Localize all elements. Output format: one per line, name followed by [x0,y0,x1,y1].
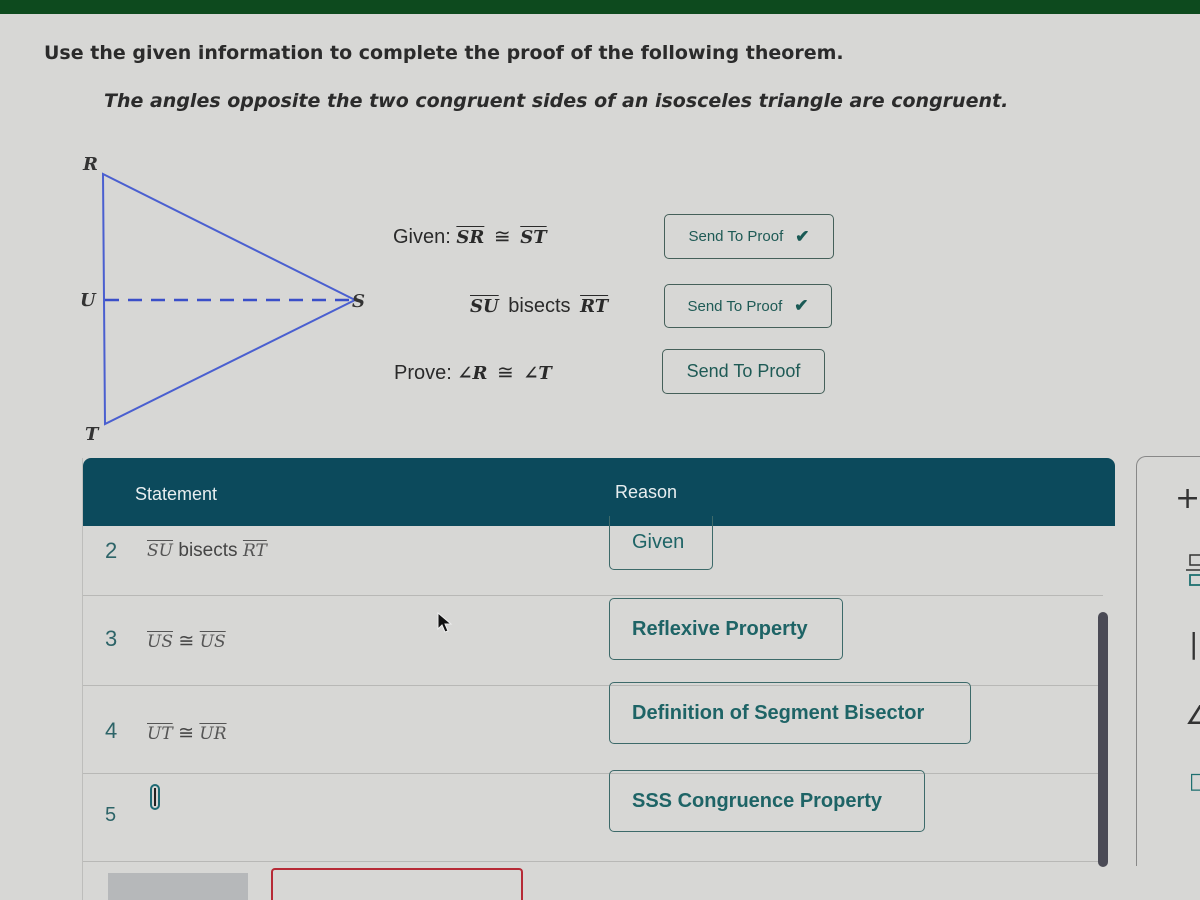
angle-t: ∠T [523,363,552,384]
send-to-proof-label: Send To Proof [686,361,801,381]
send-to-proof-button-2[interactable]: Send To Proof ✔ [664,284,832,328]
triangle-diagram: R U S T [80,154,365,445]
reason-label: Definition of Segment Bisector [632,701,925,724]
given-statement-2: SU bisects RT [470,295,608,318]
vertex-u-label: U [80,290,97,311]
send-to-proof-button-3[interactable]: Send To Proof [662,349,825,394]
theorem-statement: The angles opposite the two congruent si… [104,90,1009,112]
given-label: Given: [393,226,451,248]
instructions: Use the given information to complete th… [44,42,844,64]
prove-statement: Prove: ∠R ≅ ∠T [394,360,552,385]
segment-us: US [199,632,226,652]
statement-input-row-5[interactable] [150,784,160,810]
parallel-icon[interactable]: || [1189,627,1200,660]
segment-ut: UT [147,724,173,744]
vertex-t-label: T [85,424,100,445]
statement-header: Statement [135,484,218,504]
angle-icon[interactable]: ∠ [1185,701,1200,731]
congruent-symbol: ≅ [178,723,194,744]
send-to-proof-label: Send To Proof [687,297,783,315]
vertex-s-label: S [352,291,365,312]
segment-rt: RT [580,296,609,317]
congruent-symbol: ≅ [493,226,511,248]
reason-label: SSS Congruence Property [632,789,883,812]
math-toolbar: + || ∠ □ [1136,456,1200,866]
row-statement: UT ≅ UR [147,722,227,745]
reason-reflexive-property[interactable]: Reflexive Property [609,598,843,660]
segment-st: ST [520,227,547,248]
box-icon[interactable]: □ [1189,769,1200,794]
proof-row-4: 4 UT ≅ UR Definition of Segment Bisector [83,682,1103,774]
reason-label: Given [632,531,685,553]
congruent-symbol: ≅ [496,362,514,384]
bisects-word: bisects [508,295,571,317]
row-number: 4 [105,718,118,743]
segment-us: US [147,632,173,652]
segment-su: SU [147,541,173,561]
row-number: 3 [105,626,118,651]
send-to-proof-button-1[interactable]: Send To Proof ✔ [664,214,834,259]
segment-sr: SR [456,227,485,248]
bottom-button-partial[interactable] [108,873,248,900]
fraction-icon[interactable] [1185,553,1200,589]
proof-table-scrollbar[interactable] [1098,612,1108,867]
proof-row-2: 2 SU bisects RT Given [83,516,1103,596]
prove-label: Prove: [394,362,452,384]
bisects-word: bisects [178,540,238,561]
bottom-input-partial[interactable] [271,868,523,900]
segment-su: SU [470,296,499,317]
checkmark-icon: ✔ [795,226,810,246]
reason-definition-of-segment-bisector[interactable]: Definition of Segment Bisector [609,682,971,744]
congruent-symbol: ≅ [178,631,195,652]
reason-given[interactable]: Given [609,516,713,570]
vertex-r-label: R [82,154,98,175]
send-to-proof-label: Send To Proof [688,228,784,245]
segment-rt: RT [242,541,267,561]
proof-row-5: 5 SSS Congruence Property [83,770,1103,862]
row-number: 5 [105,804,117,826]
proof-table-header: Statement Reason [83,458,1115,526]
reason-header: Reason [615,482,678,502]
proof-table: Statement Reason 2 SU bisects RT Given 3… [82,458,1115,900]
row-number: 2 [105,538,118,563]
checkmark-icon: ✔ [794,296,809,315]
plus-icon[interactable]: + [1175,481,1200,516]
reason-sss-congruence-property[interactable]: SSS Congruence Property [609,770,925,832]
segment-ur: UR [199,724,227,744]
row-statement: SU bisects RT [147,540,267,562]
given-statement-1: Given: SR ≅ ST [393,224,547,249]
proof-row-3: 3 US ≅ US Reflexive Property [83,596,1103,686]
reason-label: Reflexive Property [632,617,808,640]
row-statement: US ≅ US [147,630,226,653]
angle-r: ∠R [457,363,488,384]
mouse-pointer-icon [437,612,453,633]
top-bar [0,0,1200,14]
